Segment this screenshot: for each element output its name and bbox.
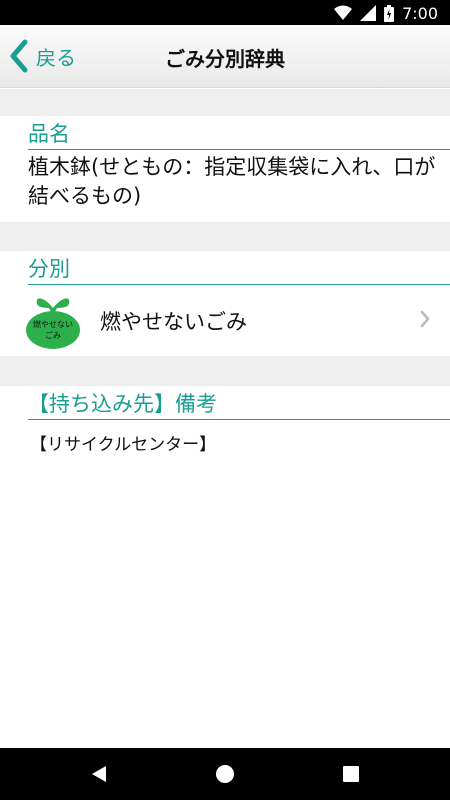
section-gap <box>0 89 450 116</box>
status-time: 7:00 <box>402 3 438 23</box>
garbage-bag-icon: 燃やせない ごみ <box>26 298 80 349</box>
category-header-label: 分別 <box>28 257 70 281</box>
item-name-value: 植木鉢(せともの：指定収集袋に入れ、口が結べるもの) <box>28 155 436 208</box>
category-row[interactable]: 燃やせない ごみ 燃やせないごみ <box>0 286 450 356</box>
toolbar: 戻る ごみ分別辞典 <box>0 25 450 88</box>
recents-square-icon <box>343 766 359 782</box>
category-value: 燃やせないごみ <box>100 310 247 334</box>
notes-header: 【持ち込み先】備考 <box>0 386 450 420</box>
home-circle-icon <box>216 765 234 783</box>
nav-recents-button[interactable] <box>337 760 365 788</box>
header-divider <box>28 149 450 150</box>
notes-header-label: 【持ち込み先】備考 <box>28 392 217 416</box>
section-gap <box>0 222 450 251</box>
battery-icon <box>384 4 395 22</box>
header-divider <box>28 419 450 420</box>
section-gap <box>0 356 450 386</box>
item-name-header: 品名 <box>0 116 450 150</box>
page-title: ごみ分別辞典 <box>165 47 285 71</box>
signal-icon <box>360 5 377 21</box>
chevron-right-icon <box>420 310 430 328</box>
navigation-bar <box>0 748 450 800</box>
notes-value: 【リサイクルセンター】 <box>30 435 217 455</box>
item-name-header-label: 品名 <box>28 122 70 146</box>
status-bar: 7:00 <box>0 0 450 25</box>
header-divider <box>28 284 450 285</box>
category-header: 分別 <box>0 251 450 285</box>
status-icons: 7:00 <box>334 3 438 23</box>
nav-home-button[interactable] <box>211 760 239 788</box>
bag-text-line1: 燃やせない <box>33 319 73 329</box>
back-triangle-icon <box>92 766 106 782</box>
bag-text-line2: ごみ <box>45 330 61 340</box>
wifi-icon <box>334 5 353 20</box>
nav-back-button[interactable] <box>85 760 113 788</box>
